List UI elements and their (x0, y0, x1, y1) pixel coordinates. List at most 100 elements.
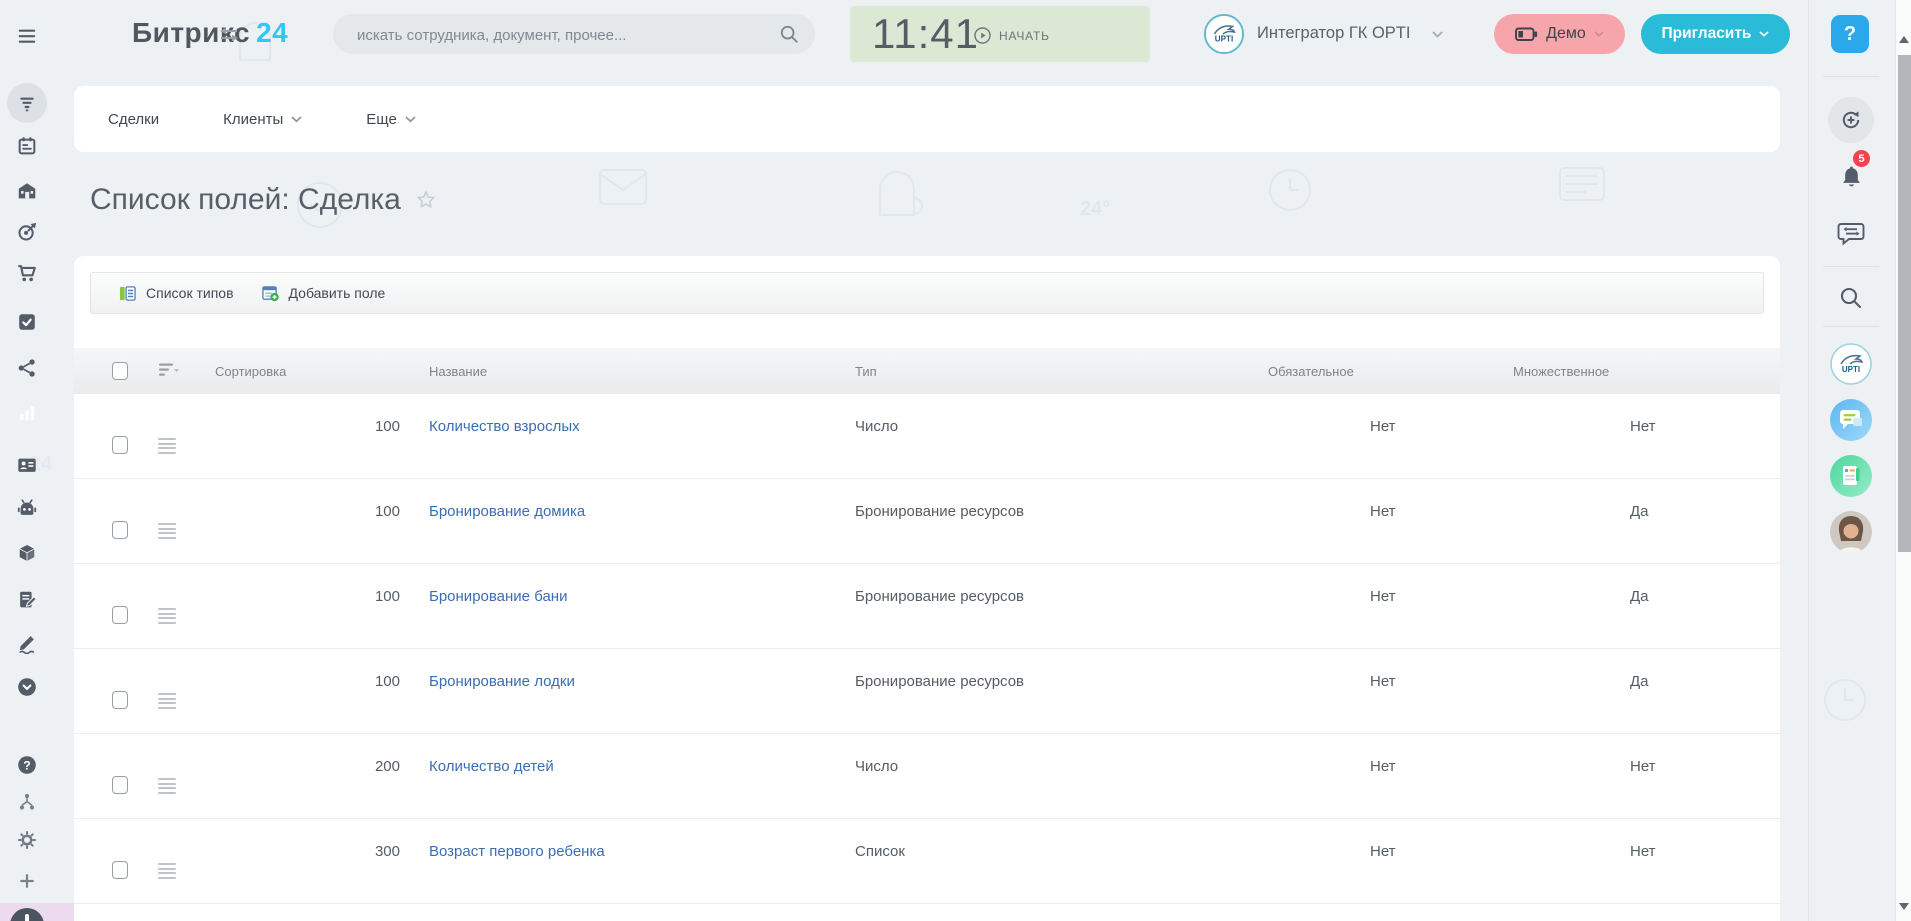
drag-handle-icon[interactable] (158, 778, 176, 796)
employees-card-icon[interactable] (16, 454, 38, 476)
row-multiple-value: Нет (1630, 758, 1656, 775)
drag-handle-icon[interactable] (158, 523, 176, 541)
copilot-band (0, 903, 74, 921)
storage-cube-icon[interactable] (16, 542, 38, 564)
tab-clients[interactable]: Клиенты (223, 111, 302, 128)
portal-logo-button[interactable]: UPTI (1829, 342, 1873, 386)
tab-deals-label: Сделки (108, 110, 160, 128)
market-icon[interactable] (16, 180, 38, 202)
drag-handle-icon[interactable] (158, 608, 176, 626)
table-body: 100 Количество взрослых Число Нет Нет 10… (74, 394, 1780, 904)
tab-more[interactable]: Еще (366, 111, 416, 128)
column-header-required[interactable]: Обязательное (1268, 364, 1354, 379)
select-all-checkbox[interactable] (112, 362, 128, 380)
notification-badge: 5 (1853, 150, 1870, 167)
user-avatar[interactable] (1829, 510, 1873, 554)
search-input[interactable] (355, 14, 759, 56)
sales-cart-icon[interactable] (16, 262, 38, 284)
demo-plan-button[interactable]: Демо (1494, 14, 1625, 54)
helpdesk-question-icon[interactable]: ? (16, 754, 38, 776)
settings-gear-icon[interactable] (16, 829, 38, 851)
scrollbar-thumb[interactable] (1898, 55, 1911, 552)
network-share-icon[interactable] (16, 357, 38, 379)
row-checkbox[interactable] (112, 776, 128, 794)
invite-button[interactable]: Пригласить (1641, 14, 1790, 54)
start-timer-button[interactable]: НАЧАТЬ (973, 26, 1050, 45)
crm-target-icon[interactable] (16, 221, 38, 243)
row-field-name-link[interactable]: Бронирование домика (429, 503, 585, 520)
structure-tree-icon[interactable] (16, 791, 38, 813)
column-header-multiple[interactable]: Множественное (1513, 364, 1609, 379)
sign-icon[interactable] (16, 632, 38, 654)
favorite-star-icon[interactable] (415, 189, 437, 211)
divider (1823, 76, 1879, 77)
row-required-value: Нет (1370, 673, 1396, 690)
messenger-history-button[interactable] (1837, 221, 1865, 247)
add-field-icon (261, 285, 279, 301)
scroll-down-arrow[interactable] (1899, 903, 1909, 910)
pomodoro-clock: 11:41 НАЧАТЬ (850, 6, 1150, 62)
tasks-check-icon[interactable] (16, 311, 38, 333)
search-icon[interactable] (779, 24, 799, 44)
table-row: 200 Количество детей Число Нет Нет (74, 734, 1780, 819)
planner-icon[interactable] (16, 135, 38, 157)
drag-handle-icon[interactable] (158, 693, 176, 711)
table-row: 100 Количество взрослых Число Нет Нет (74, 394, 1780, 479)
more-chevron-icon[interactable] (16, 676, 38, 698)
vertical-scrollbar[interactable] (1895, 0, 1911, 921)
top-header: Битрикс24 11:41 НАЧАТЬ UPTI Интегратор Г… (74, 0, 1811, 68)
column-header-sort[interactable]: Сортировка (215, 364, 286, 379)
tab-deals[interactable]: Сделки (108, 111, 159, 128)
company-name[interactable]: Интегратор ГК OPTI (1257, 24, 1410, 43)
row-sort-value: 100 (374, 673, 400, 690)
chat-button[interactable] (1829, 398, 1873, 442)
row-field-name-link[interactable]: Количество взрослых (429, 418, 580, 435)
demo-chevron-down-icon (1594, 31, 1604, 37)
types-list-button[interactable]: Список типов (119, 285, 234, 302)
row-field-name-link[interactable]: Возраст первого ребенка (429, 843, 605, 860)
whats-new-button[interactable] (1828, 97, 1874, 143)
table-row: 100 Бронирование лодки Бронирование ресу… (74, 649, 1780, 734)
row-sort-value: 100 (374, 418, 400, 435)
copilot-icon[interactable] (10, 908, 44, 921)
row-sort-value: 200 (374, 758, 400, 775)
row-checkbox[interactable] (112, 606, 128, 624)
company-chevron-down-icon[interactable] (1432, 31, 1443, 38)
list-toolbar: Список типов Добавить поле (90, 272, 1764, 314)
notifications-button[interactable] (1838, 164, 1865, 191)
sidebar-item-live-feed[interactable] (7, 83, 47, 123)
row-checkbox[interactable] (112, 436, 128, 454)
drag-handle-icon[interactable] (158, 438, 176, 456)
add-field-button[interactable]: Добавить поле (261, 285, 386, 302)
divider (1823, 266, 1879, 267)
reports-chart-icon[interactable] (16, 402, 38, 424)
column-header-type[interactable]: Тип (855, 364, 877, 379)
news-feed-button[interactable] (1829, 454, 1873, 498)
drag-handle-icon[interactable] (158, 863, 176, 881)
grid-settings-icon[interactable] (158, 362, 180, 378)
logo[interactable]: Битрикс 24 (132, 17, 288, 49)
table-row: 100 Бронирование бани Бронирование ресур… (74, 564, 1780, 649)
row-checkbox[interactable] (112, 691, 128, 709)
scroll-up-arrow[interactable] (1899, 36, 1909, 43)
row-field-name-link[interactable]: Количество детей (429, 758, 554, 775)
row-field-name-link[interactable]: Бронирование бани (429, 588, 567, 605)
types-list-icon (119, 285, 136, 301)
row-field-name-link[interactable]: Бронирование лодки (429, 673, 575, 690)
help-button[interactable]: ? (1831, 15, 1869, 53)
row-checkbox[interactable] (112, 861, 128, 879)
company-logo[interactable]: UPTI (1203, 13, 1245, 55)
column-header-name[interactable]: Название (429, 364, 487, 379)
tab-more-label: Еще (366, 110, 397, 128)
sidebar-search-button[interactable] (1839, 286, 1863, 310)
bell-icon (1843, 166, 1860, 187)
chat-icon (1830, 399, 1872, 441)
row-checkbox[interactable] (112, 521, 128, 539)
add-field-label: Добавить поле (288, 285, 386, 301)
documents-edit-icon[interactable] (16, 589, 38, 611)
add-plus-icon[interactable] (16, 870, 38, 892)
menu-icon[interactable] (16, 25, 38, 47)
automation-robot-icon[interactable] (16, 497, 38, 519)
switch-portal-icon[interactable] (219, 26, 239, 43)
clock-time: 11:41 (872, 10, 979, 57)
